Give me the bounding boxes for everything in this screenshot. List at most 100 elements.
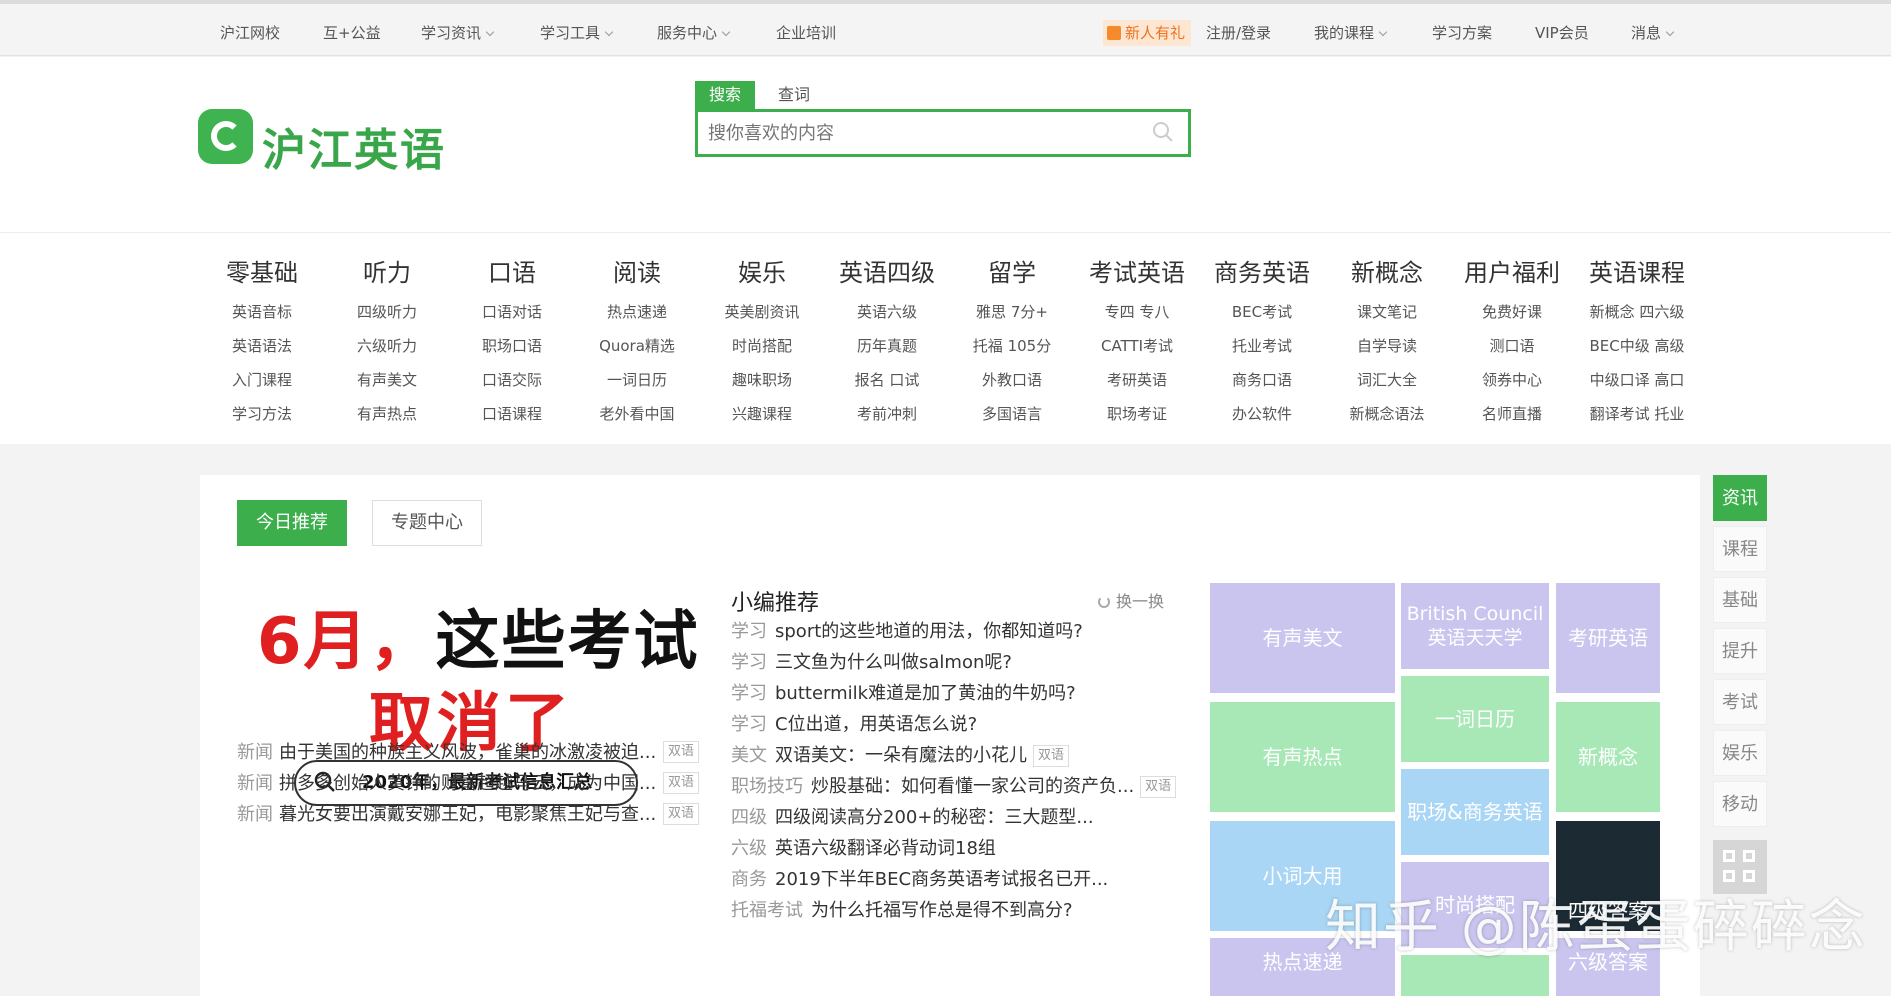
sidebar-item-basics[interactable]: 基础 bbox=[1713, 577, 1767, 623]
category-link[interactable]: 热点速递 bbox=[575, 295, 699, 329]
category-link[interactable]: 口语课程 bbox=[450, 397, 574, 431]
category-head[interactable]: 商务英语 bbox=[1200, 251, 1324, 295]
recommend-item[interactable]: 美文 双语美文：一朵有魔法的小花儿 双语 bbox=[731, 741, 1181, 771]
tile-british-council[interactable]: British Council 英语天天学 bbox=[1401, 583, 1549, 669]
category-link[interactable]: BEC考试 bbox=[1200, 295, 1324, 329]
nav-study-news[interactable]: 学习资讯 bbox=[421, 22, 495, 43]
news-item[interactable]: 新闻 暮光女要出演戴安娜王妃，电影聚焦王妃与查... 双语 bbox=[237, 800, 700, 830]
nav-my-courses[interactable]: 我的课程 bbox=[1314, 22, 1388, 43]
category-link[interactable]: 词汇大全 bbox=[1325, 363, 1449, 397]
category-head[interactable]: 零基础 bbox=[200, 251, 324, 295]
category-link[interactable]: 四级听力 bbox=[325, 295, 449, 329]
category-link[interactable]: 口语对话 bbox=[450, 295, 574, 329]
category-link[interactable]: Quora精选 bbox=[575, 329, 699, 363]
category-link[interactable]: 英语语法 bbox=[200, 329, 324, 363]
category-link[interactable]: 英美剧资讯 bbox=[700, 295, 824, 329]
recommend-item[interactable]: 职场技巧 炒股基础：如何看懂一家公司的资产负... 双语 bbox=[731, 772, 1181, 802]
dictionary-tab[interactable]: 查词 bbox=[764, 81, 824, 109]
category-link[interactable]: 专四 专八 bbox=[1075, 295, 1199, 329]
category-link[interactable]: 时尚搭配 bbox=[700, 329, 824, 363]
category-link[interactable]: 考研英语 bbox=[1075, 363, 1199, 397]
new-user-gift[interactable]: 新人有礼 bbox=[1103, 20, 1192, 46]
category-link[interactable]: 报名 口试 bbox=[825, 363, 949, 397]
recommend-item[interactable]: 六级 英语六级翻译必背动词18组 bbox=[731, 834, 1181, 864]
news-item[interactable]: 新闻 拼多多创始人黄铮的财富超越马云，成为中国... 双语 bbox=[237, 769, 700, 799]
nav-service-center[interactable]: 服务中心 bbox=[657, 22, 731, 43]
search-icon[interactable] bbox=[1152, 121, 1174, 143]
recommend-item[interactable]: 四级 四级阅读高分200+的秘密：三大题型... bbox=[731, 803, 1181, 833]
nav-study-tools[interactable]: 学习工具 bbox=[540, 22, 614, 43]
sidebar-item-exams[interactable]: 考试 bbox=[1713, 679, 1767, 725]
category-link[interactable]: 办公软件 bbox=[1200, 397, 1324, 431]
category-link[interactable]: 名师直播 bbox=[1450, 397, 1574, 431]
recommend-item[interactable]: 托福考试 为什么托福写作总是得不到高分? bbox=[731, 896, 1181, 926]
category-link[interactable]: 入门课程 bbox=[200, 363, 324, 397]
refresh-button[interactable]: 换一换 bbox=[1098, 588, 1164, 612]
category-link[interactable]: 新概念 四六级 bbox=[1575, 295, 1699, 329]
category-link[interactable]: 有声热点 bbox=[325, 397, 449, 431]
nav-enterprise-training[interactable]: 企业培训 bbox=[776, 22, 836, 43]
tile-word-calendar[interactable]: 一词日历 bbox=[1401, 676, 1549, 762]
category-head[interactable]: 听力 bbox=[325, 251, 449, 295]
category-link[interactable]: 有声美文 bbox=[325, 363, 449, 397]
tab-topic-center[interactable]: 专题中心 bbox=[372, 500, 482, 546]
category-link[interactable]: 英语六级 bbox=[825, 295, 949, 329]
category-link[interactable]: 职场口语 bbox=[450, 329, 574, 363]
category-head[interactable]: 英语课程 bbox=[1575, 251, 1699, 295]
nav-study-plan[interactable]: 学习方案 bbox=[1432, 22, 1492, 43]
category-head[interactable]: 口语 bbox=[450, 251, 574, 295]
tab-today-recommend[interactable]: 今日推荐 bbox=[237, 500, 347, 546]
category-link[interactable]: 口语交际 bbox=[450, 363, 574, 397]
sidebar-item-entertainment[interactable]: 娱乐 bbox=[1713, 730, 1767, 776]
tile-audio-hot[interactable]: 有声热点 bbox=[1210, 702, 1395, 812]
category-link[interactable]: 兴趣课程 bbox=[700, 397, 824, 431]
category-link[interactable]: 商务口语 bbox=[1200, 363, 1324, 397]
search-tab[interactable]: 搜索 bbox=[695, 81, 756, 109]
category-link[interactable]: 测口语 bbox=[1450, 329, 1574, 363]
promo-banner[interactable]: 6月，这些考试 取消了 2020年，最新考试信息汇总 bbox=[237, 580, 717, 880]
nav-messages[interactable]: 消息 bbox=[1631, 22, 1675, 43]
sidebar-item-improve[interactable]: 提升 bbox=[1713, 628, 1767, 674]
category-link[interactable]: 多国语言 bbox=[950, 397, 1074, 431]
category-link[interactable]: 领券中心 bbox=[1450, 363, 1574, 397]
category-link[interactable]: BEC中级 高级 bbox=[1575, 329, 1699, 363]
category-head[interactable]: 考试英语 bbox=[1075, 251, 1199, 295]
category-link[interactable]: 一词日历 bbox=[575, 363, 699, 397]
recommend-item[interactable]: 学习 buttermilk难道是加了黄油的牛奶吗? bbox=[731, 679, 1181, 709]
category-link[interactable]: 考前冲刺 bbox=[825, 397, 949, 431]
category-link[interactable]: 趣味职场 bbox=[700, 363, 824, 397]
category-link[interactable]: 托福 105分 bbox=[950, 329, 1074, 363]
recommend-item[interactable]: 商务 2019下半年BEC商务英语考试报名已开... bbox=[731, 865, 1181, 895]
category-head[interactable]: 留学 bbox=[950, 251, 1074, 295]
nav-vip[interactable]: VIP会员 bbox=[1535, 22, 1589, 43]
hujiang-logo-icon[interactable] bbox=[198, 109, 253, 164]
category-link[interactable]: 学习方法 bbox=[200, 397, 324, 431]
news-item[interactable]: 新闻 由于美国的种族主义风波，雀巢的冰激凌被迫... 双语 bbox=[237, 738, 700, 768]
category-link[interactable]: 老外看中国 bbox=[575, 397, 699, 431]
category-head[interactable]: 阅读 bbox=[575, 251, 699, 295]
category-link[interactable]: 新概念语法 bbox=[1325, 397, 1449, 431]
tile-postgrad-english[interactable]: 考研英语 bbox=[1556, 583, 1660, 693]
recommend-item[interactable]: 学习 三文鱼为什么叫做salmon呢? bbox=[731, 648, 1181, 678]
category-head[interactable]: 英语四级 bbox=[825, 251, 949, 295]
category-link[interactable]: 六级听力 bbox=[325, 329, 449, 363]
category-link[interactable]: CATTI考试 bbox=[1075, 329, 1199, 363]
tile-new-concept[interactable]: 新概念 bbox=[1556, 702, 1660, 812]
category-link[interactable]: 历年真题 bbox=[825, 329, 949, 363]
tile-business-english[interactable]: 职场&商务英语 bbox=[1401, 769, 1549, 855]
category-head[interactable]: 娱乐 bbox=[700, 251, 824, 295]
tile-audio-essays[interactable]: 有声美文 bbox=[1210, 583, 1395, 693]
sidebar-item-mobile[interactable]: 移动 bbox=[1713, 781, 1767, 827]
nav-charity[interactable]: 互+公益 bbox=[323, 22, 381, 43]
sidebar-item-news[interactable]: 资讯 bbox=[1713, 475, 1767, 521]
category-link[interactable]: 托业考试 bbox=[1200, 329, 1324, 363]
category-link[interactable]: 中级口译 高口 bbox=[1575, 363, 1699, 397]
login-register-link[interactable]: 注册/登录 bbox=[1206, 22, 1271, 43]
recommend-item[interactable]: 学习 sport的这些地道的用法，你都知道吗? bbox=[731, 617, 1181, 647]
category-head[interactable]: 用户福利 bbox=[1450, 251, 1574, 295]
category-link[interactable]: 翻译考试 托业 bbox=[1575, 397, 1699, 431]
search-input[interactable] bbox=[698, 112, 1118, 154]
category-link[interactable]: 英语音标 bbox=[200, 295, 324, 329]
nav-hujiang-school[interactable]: 沪江网校 bbox=[220, 22, 280, 43]
category-head[interactable]: 新概念 bbox=[1325, 251, 1449, 295]
